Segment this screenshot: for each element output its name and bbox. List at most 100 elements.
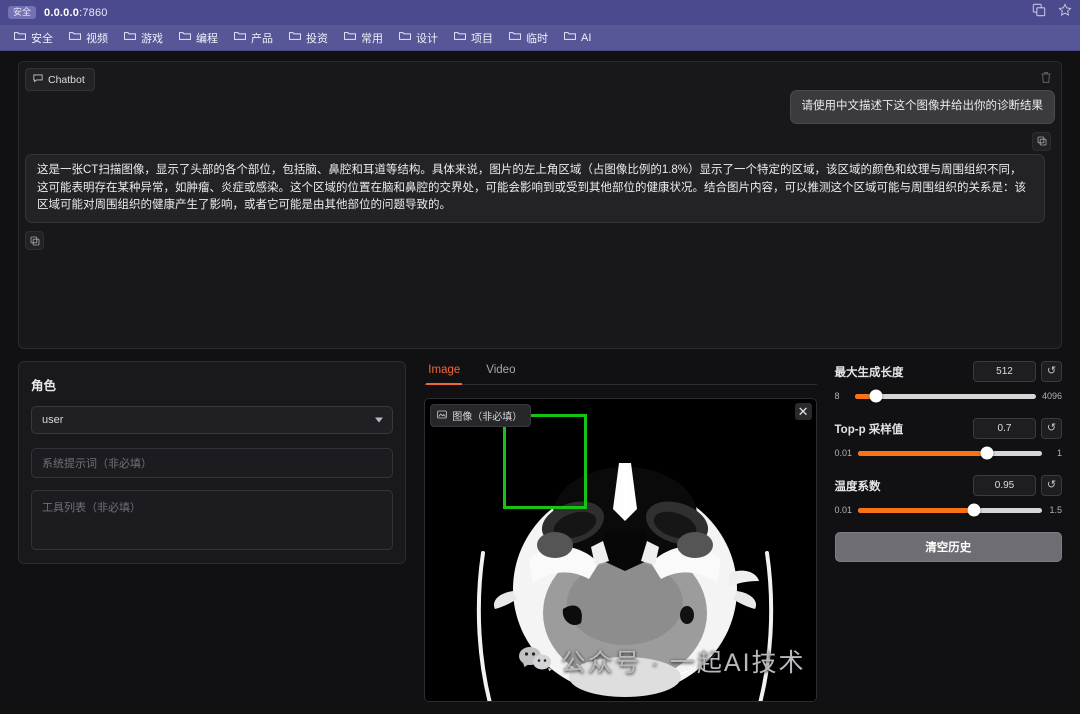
tools-list-input[interactable]: 工具列表（非必填） [31,490,393,550]
system-prompt-input[interactable]: 系统提示词（非必填） [31,448,393,478]
slider-label: Top-p 采样值 [835,421,904,437]
folder-icon [454,31,466,44]
slider-handle[interactable] [967,504,980,517]
bookmark-label: 设计 [416,30,438,46]
bookmark-item[interactable]: 临时 [503,28,554,48]
slider-handle[interactable] [980,447,993,460]
close-icon[interactable]: ✕ [795,403,812,420]
slider-label: 温度系数 [835,478,881,494]
slider-label: 最大生成长度 [835,364,904,380]
assistant-message-bubble: 这是一张CT扫描图像，显示了头部的各个部位，包括脑、鼻腔和耳道等结构。具体来说，… [25,154,1045,223]
detection-bounding-box [503,414,587,509]
folder-icon [124,31,136,44]
bookmark-label: 视频 [86,30,108,46]
bookmark-item[interactable]: 游戏 [118,28,169,48]
bookmark-label: 游戏 [141,30,163,46]
bookmarks-bar: 安全 视频 游戏 编程 产品 [0,25,1080,51]
slider-value-input[interactable]: 0.95 [973,475,1036,496]
trash-icon[interactable] [1038,69,1054,85]
slider-max-label: 1 [1048,448,1062,458]
media-tabs: Image Video [424,361,816,385]
bookmark-label: 临时 [526,30,548,46]
folder-icon [564,31,576,44]
slider-handle[interactable] [870,390,883,403]
browser-chrome: 安全 0.0.0.0:7860 安全 [0,0,1080,51]
role-title: 角色 [31,375,393,394]
bookmark-item[interactable]: 投资 [283,28,334,48]
folder-icon [399,31,411,44]
slider-min-label: 8 [835,391,849,401]
slider-max-length: 最大生成长度 512 ↺ 8 4096 [835,361,1062,401]
slider-track[interactable] [855,394,1036,399]
slider-value-input[interactable]: 512 [973,361,1036,382]
folder-icon [234,31,246,44]
bookmark-item[interactable]: 编程 [173,28,224,48]
gradio-app: Chatbot 请使用中文描述下这个图像并给出你的诊断结果 这是一张CT扫描 [0,51,1080,714]
chat-message-user: 请使用中文描述下这个图像并给出你的诊断结果 [25,90,1055,124]
image-field-label-text: 图像（非必填） [452,408,522,423]
slider-top-p: Top-p 采样值 0.7 ↺ 0.01 1 [835,418,1062,458]
folder-icon [289,31,301,44]
folder-icon [344,31,356,44]
bookmark-item[interactable]: 安全 [8,28,59,48]
copy-icon[interactable] [25,231,44,250]
media-column: Image Video 图像（非必填） ✕ [424,361,816,706]
bookmark-label: AI [581,32,591,44]
folder-icon [14,31,26,44]
slider-min-label: 0.01 [835,448,853,458]
chatbot-tab[interactable]: Chatbot [25,68,95,91]
slider-track[interactable] [858,451,1042,456]
bookmark-label: 产品 [251,30,273,46]
ct-scan-render [425,417,816,702]
tab-image[interactable]: Image [426,361,462,385]
chat-bubble-icon [33,73,43,86]
bookmark-label: 投资 [306,30,328,46]
chevron-down-icon [375,418,383,423]
reset-icon[interactable]: ↺ [1041,361,1062,382]
chatbot-panel: Chatbot 请使用中文描述下这个图像并给出你的诊断结果 这是一张CT扫描 [18,61,1062,349]
url-port: :7860 [79,7,108,19]
role-card: 角色 user 系统提示词（非必填） 工具列表（非必填） [18,361,406,564]
image-icon [437,410,447,422]
bookmark-label: 常用 [361,30,383,46]
settings-column: 最大生成长度 512 ↺ 8 4096 Top-p [835,361,1062,706]
clear-history-button[interactable]: 清空历史 [835,532,1062,562]
url-text: 0.0.0.0:7860 [44,7,108,19]
chat-message-assistant: 这是一张CT扫描图像，显示了头部的各个部位，包括脑、鼻腔和耳道等结构。具体来说，… [25,154,1055,223]
role-select[interactable]: user [31,406,393,434]
chatbot-tab-label: Chatbot [48,74,85,86]
image-upload-frame[interactable]: 图像（非必填） ✕ [424,398,816,702]
bookmark-item[interactable]: AI [558,29,597,46]
tab-video[interactable]: Video [484,361,517,385]
folder-icon [179,31,191,44]
translate-icon[interactable] [1032,3,1046,22]
bookmark-item[interactable]: 产品 [228,28,279,48]
bookmark-item[interactable]: 项目 [448,28,499,48]
reset-icon[interactable]: ↺ [1041,418,1062,439]
user-message-bubble: 请使用中文描述下这个图像并给出你的诊断结果 [790,90,1056,124]
copy-icon[interactable] [1032,132,1051,151]
lower-section: 角色 user 系统提示词（非必填） 工具列表（非必填） Image Video [18,361,1062,706]
slider-temperature: 温度系数 0.95 ↺ 0.01 1.5 [835,475,1062,515]
address-bar[interactable]: 安全 0.0.0.0:7860 [0,0,1080,25]
bookmark-label: 项目 [471,30,493,46]
reset-icon[interactable]: ↺ [1041,475,1062,496]
image-field-label: 图像（非必填） [430,404,531,427]
bookmark-label: 安全 [31,30,53,46]
bookmark-item[interactable]: 设计 [393,28,444,48]
slider-value-input[interactable]: 0.7 [973,418,1036,439]
slider-track[interactable] [858,508,1042,513]
slider-min-label: 0.01 [835,505,853,515]
slider-max-label: 1.5 [1048,505,1062,515]
bookmark-label: 编程 [196,30,218,46]
security-badge: 安全 [8,6,36,19]
url-host: 0.0.0.0 [44,7,79,19]
bookmark-item[interactable]: 视频 [63,28,114,48]
folder-icon [69,31,81,44]
role-column: 角色 user 系统提示词（非必填） 工具列表（非必填） [18,361,406,706]
slider-max-label: 4096 [1042,391,1062,401]
bookmark-star-icon[interactable] [1058,3,1072,22]
chat-message-list[interactable]: 请使用中文描述下这个图像并给出你的诊断结果 这是一张CT扫描图像，显示了头部的各… [25,90,1055,344]
bookmark-item[interactable]: 常用 [338,28,389,48]
folder-icon [509,31,521,44]
